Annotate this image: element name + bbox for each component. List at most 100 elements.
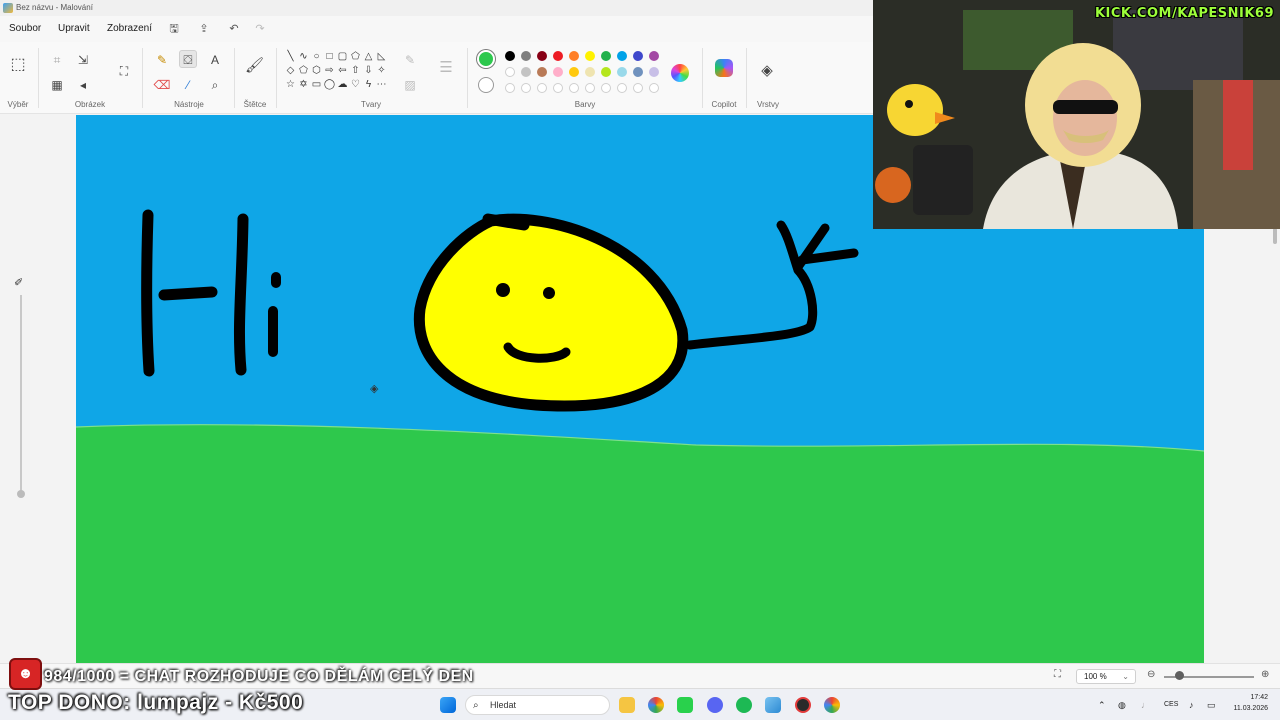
brush-icon[interactable]: 🖌 bbox=[245, 57, 264, 75]
undo-icon[interactable]: ↶ bbox=[226, 21, 242, 37]
clock-time[interactable]: 17:42 bbox=[1228, 694, 1268, 701]
layers-icon[interactable]: ◈ bbox=[758, 62, 776, 80]
rounded-rectangle-shape-icon[interactable]: ▢ bbox=[336, 50, 349, 64]
clock-date[interactable]: 11.03.2026 bbox=[1222, 705, 1268, 712]
menu-file[interactable]: Soubor bbox=[9, 23, 41, 34]
arrow-down-shape-icon[interactable]: ⇩ bbox=[362, 64, 375, 78]
stroke-size-icon[interactable]: ☰ bbox=[437, 59, 455, 77]
remove-background-icon[interactable]: ⛶ bbox=[115, 62, 133, 80]
callout-oval-shape-icon[interactable]: ◯ bbox=[323, 78, 336, 92]
star4-shape-icon[interactable]: ✧ bbox=[375, 64, 388, 78]
arrow-left-shape-icon[interactable]: ⇦ bbox=[336, 64, 349, 78]
palette-swatch[interactable] bbox=[537, 51, 547, 61]
palette-swatch[interactable] bbox=[601, 67, 611, 77]
secondary-color[interactable] bbox=[478, 77, 494, 93]
select-icon[interactable]: ⬚ bbox=[9, 56, 27, 74]
outline-icon[interactable]: ✎ bbox=[401, 51, 419, 69]
palette-swatch[interactable] bbox=[537, 67, 547, 77]
more-shapes-icon[interactable]: ⋯ bbox=[375, 78, 388, 92]
kick-icon[interactable] bbox=[677, 697, 693, 713]
discord-icon[interactable] bbox=[707, 697, 723, 713]
line-shape-icon[interactable]: ╲ bbox=[284, 50, 297, 64]
custom-color-slot[interactable] bbox=[537, 83, 547, 93]
star6-shape-icon[interactable]: ✡ bbox=[297, 78, 310, 92]
rectangle-shape-icon[interactable]: □ bbox=[323, 50, 336, 64]
image-select-icon[interactable]: ▦ bbox=[48, 76, 66, 94]
custom-color-slot[interactable] bbox=[569, 83, 579, 93]
palette-swatch[interactable] bbox=[505, 51, 515, 61]
file-explorer-icon[interactable] bbox=[619, 697, 635, 713]
custom-color-slot[interactable] bbox=[521, 83, 531, 93]
custom-color-slot[interactable] bbox=[633, 83, 643, 93]
side-zoom-knob[interactable] bbox=[17, 490, 25, 498]
lightning-shape-icon[interactable]: ϟ bbox=[362, 78, 375, 92]
speaker-icon[interactable]: ♪ bbox=[1189, 700, 1194, 710]
palette-swatch[interactable] bbox=[553, 67, 563, 77]
palette-swatch[interactable] bbox=[585, 51, 595, 61]
hexagon-shape-icon[interactable]: ⬡ bbox=[310, 64, 323, 78]
edit-colors-icon[interactable] bbox=[671, 64, 689, 82]
primary-color[interactable] bbox=[477, 50, 495, 68]
fit-to-window-icon[interactable]: ⛶ bbox=[1054, 669, 1061, 680]
rotate-icon[interactable]: ◂ bbox=[74, 76, 92, 94]
chrome-icon[interactable] bbox=[648, 697, 664, 713]
palette-swatch[interactable] bbox=[633, 67, 643, 77]
arrow-right-shape-icon[interactable]: ⇨ bbox=[323, 64, 336, 78]
fill-icon[interactable]: ▨ bbox=[401, 76, 419, 94]
language-indicator[interactable]: CES bbox=[1164, 701, 1178, 708]
menu-view[interactable]: Zobrazení bbox=[107, 23, 152, 34]
vertical-scrollbar[interactable] bbox=[1273, 228, 1277, 244]
arrow-up-shape-icon[interactable]: ⇧ bbox=[349, 64, 362, 78]
custom-color-slot[interactable] bbox=[553, 83, 563, 93]
magnifier-icon[interactable]: ⌕ bbox=[206, 76, 224, 94]
battery-icon[interactable]: ▭ bbox=[1207, 700, 1216, 711]
zoom-in-icon[interactable]: ⊕ bbox=[1261, 669, 1269, 680]
callout-rect-shape-icon[interactable]: ▭ bbox=[310, 78, 323, 92]
share-icon[interactable]: ⇪ bbox=[196, 21, 212, 37]
eraser-icon[interactable]: ⌫ bbox=[153, 76, 171, 94]
palette-swatch[interactable] bbox=[601, 51, 611, 61]
windows-start-icon[interactable] bbox=[440, 697, 456, 713]
star5-shape-icon[interactable]: ☆ bbox=[284, 78, 297, 92]
tray-overflow-icon[interactable]: ⌃ bbox=[1098, 700, 1106, 711]
redo-icon[interactable]: ↷ bbox=[252, 21, 268, 37]
obs-icon[interactable] bbox=[795, 697, 811, 713]
save-icon[interactable]: 🖫 bbox=[166, 21, 182, 37]
microphone-icon[interactable]: ♩ bbox=[1141, 700, 1150, 710]
paint-taskbar-icon[interactable] bbox=[765, 697, 781, 713]
text-tool-icon[interactable]: A bbox=[206, 51, 224, 69]
side-zoom-slider[interactable] bbox=[20, 295, 22, 495]
palette-swatch[interactable] bbox=[569, 51, 579, 61]
zoom-slider-knob[interactable] bbox=[1175, 671, 1184, 680]
palette-swatch[interactable] bbox=[617, 67, 627, 77]
chrome-profile-icon[interactable] bbox=[824, 697, 840, 713]
palette-swatch[interactable] bbox=[585, 67, 595, 77]
palette-swatch[interactable] bbox=[553, 51, 563, 61]
custom-color-slot[interactable] bbox=[505, 83, 515, 93]
diamond-shape-icon[interactable]: ◇ bbox=[284, 64, 297, 78]
callout-cloud-shape-icon[interactable]: ☁ bbox=[336, 78, 349, 92]
palette-swatch[interactable] bbox=[617, 51, 627, 61]
curve-shape-icon[interactable]: ∿ bbox=[297, 50, 310, 64]
triangle-shape-icon[interactable]: △ bbox=[362, 50, 375, 64]
zoom-out-icon[interactable]: ⊖ bbox=[1147, 669, 1155, 680]
taskbar-search-input[interactable]: Hledat bbox=[465, 695, 610, 715]
palette-swatch[interactable] bbox=[521, 51, 531, 61]
custom-color-slot[interactable] bbox=[585, 83, 595, 93]
custom-color-slot[interactable] bbox=[601, 83, 611, 93]
pentagon-shape-icon[interactable]: ⬠ bbox=[297, 64, 310, 78]
zoom-select[interactable]: 100 % ⌄ bbox=[1076, 669, 1136, 684]
palette-swatch[interactable] bbox=[521, 67, 531, 77]
palette-swatch[interactable] bbox=[505, 67, 515, 77]
custom-color-slot[interactable] bbox=[649, 83, 659, 93]
palette-swatch[interactable] bbox=[649, 51, 659, 61]
spotify-icon[interactable] bbox=[736, 697, 752, 713]
palette-swatch[interactable] bbox=[649, 67, 659, 77]
polygon-shape-icon[interactable]: ⬠ bbox=[349, 50, 362, 64]
tray-app-icon[interactable]: ◍ bbox=[1118, 700, 1126, 711]
pencil-icon[interactable]: ✎ bbox=[153, 51, 171, 69]
crop-icon[interactable]: ⌗ bbox=[48, 51, 66, 69]
resize-icon[interactable]: ⇲ bbox=[74, 51, 92, 69]
custom-color-slot[interactable] bbox=[617, 83, 627, 93]
fill-bucket-icon[interactable]: ⛋ bbox=[179, 50, 197, 68]
